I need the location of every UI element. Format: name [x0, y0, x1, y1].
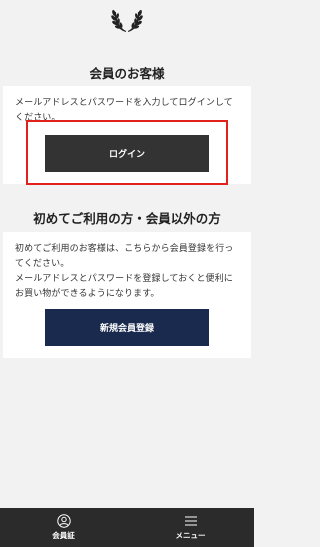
laurel-wreath-icon [111, 9, 143, 32]
bottom-nav-menu[interactable]: メニュー [127, 508, 254, 547]
menu-label: メニュー [175, 531, 206, 540]
brand-logo[interactable] [0, 4, 254, 36]
guest-description-line-1: 初めてご利用のお客様は、こちらから会員登録を行ってください。 [15, 244, 234, 269]
guest-description-line-2: メールアドレスとパスワードを登録しておくと便利にお買い物ができるようになります。 [15, 274, 233, 299]
guest-description: 初めてご利用のお客様は、こちらから会員登録を行ってください。 メールアドレスとパ… [15, 242, 241, 302]
user-circle-icon [56, 514, 71, 528]
register-button[interactable]: 新規会員登録 [45, 309, 209, 346]
guest-section-title: 初めてご利用の方・会員以外の方 [33, 211, 221, 226]
hamburger-menu-icon [184, 516, 197, 526]
login-page: 会員のお客様 メールアドレスとパスワードを入力してログインしてください。 ログイ… [0, 0, 254, 547]
bottom-nav: 会員証 メニュー [0, 508, 254, 547]
member-section-title: 会員のお客様 [89, 66, 165, 81]
bottom-nav-member-card[interactable]: 会員証 [0, 508, 127, 547]
member-card-label: 会員証 [52, 531, 75, 540]
login-button[interactable]: ログイン [45, 135, 209, 172]
